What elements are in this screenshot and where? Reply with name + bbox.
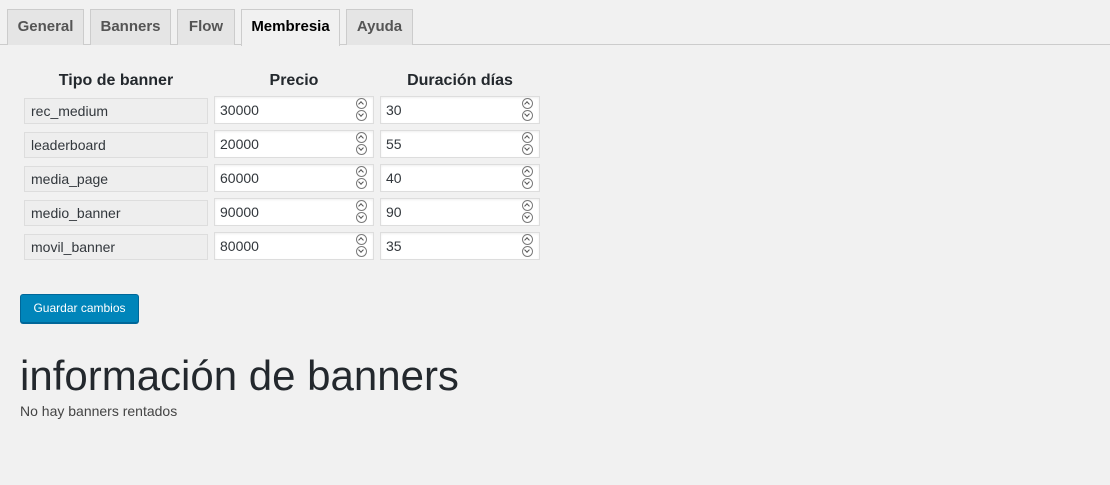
spinner-up-icon[interactable] <box>356 234 367 245</box>
duration-input[interactable]: 35 <box>380 232 540 260</box>
price-value: 20000 <box>220 136 259 152</box>
tab-banners[interactable]: Banners <box>90 9 171 45</box>
section-title: información de banners <box>20 352 459 399</box>
duration-value: 30 <box>386 102 402 118</box>
price-input[interactable]: 20000 <box>214 130 374 158</box>
price-value: 80000 <box>220 238 259 254</box>
spinner-down-icon[interactable] <box>522 246 533 257</box>
spinner-up-icon[interactable] <box>356 200 367 211</box>
spinner-up-icon[interactable] <box>356 166 367 177</box>
price-input[interactable]: 80000 <box>214 232 374 260</box>
spinner-up-icon[interactable] <box>356 98 367 109</box>
spinner-down-icon[interactable] <box>522 212 533 223</box>
save-changes-button[interactable]: Guardar cambios <box>20 294 139 323</box>
spinner-down-icon[interactable] <box>356 246 367 257</box>
banner-type-field: movil_banner <box>24 234 208 260</box>
spinner-up-icon[interactable] <box>356 132 367 143</box>
spinner-down-icon[interactable] <box>522 110 533 121</box>
spinner-down-icon[interactable] <box>356 178 367 189</box>
spinner-down-icon[interactable] <box>522 144 533 155</box>
duration-input[interactable]: 90 <box>380 198 540 226</box>
tab-general[interactable]: General <box>7 9 84 45</box>
duration-input[interactable]: 30 <box>380 96 540 124</box>
column-header-duration: Duración días <box>407 72 513 89</box>
spinner-down-icon[interactable] <box>522 178 533 189</box>
banner-type-field: rec_medium <box>24 98 208 124</box>
column-header-type: Tipo de banner <box>58 72 174 89</box>
banner-type-field: media_page <box>24 166 208 192</box>
spinner-up-icon[interactable] <box>522 98 533 109</box>
spinner-up-icon[interactable] <box>522 166 533 177</box>
price-input[interactable]: 30000 <box>214 96 374 124</box>
banner-type-field: leaderboard <box>24 132 208 158</box>
spinner-down-icon[interactable] <box>356 144 367 155</box>
duration-input[interactable]: 40 <box>380 164 540 192</box>
banner-type-field: medio_banner <box>24 200 208 226</box>
duration-value: 55 <box>386 136 402 152</box>
column-header-price: Precio <box>269 72 319 89</box>
duration-value: 40 <box>386 170 402 186</box>
spinner-down-icon[interactable] <box>356 110 367 121</box>
spinner-up-icon[interactable] <box>522 200 533 211</box>
duration-value: 35 <box>386 238 402 254</box>
tab-membresia[interactable]: Membresia <box>241 9 340 46</box>
tab-flow[interactable]: Flow <box>177 9 235 45</box>
spinner-up-icon[interactable] <box>522 234 533 245</box>
tab-bar: General Banners Flow Membresia Ayuda <box>0 0 1110 46</box>
empty-state-message: No hay banners rentados <box>20 403 178 419</box>
spinner-up-icon[interactable] <box>522 132 533 143</box>
price-value: 90000 <box>220 204 259 220</box>
price-value: 60000 <box>220 170 259 186</box>
duration-value: 90 <box>386 204 402 220</box>
tab-ayuda[interactable]: Ayuda <box>346 9 413 45</box>
duration-input[interactable]: 55 <box>380 130 540 158</box>
price-input[interactable]: 90000 <box>214 198 374 226</box>
price-value: 30000 <box>220 102 259 118</box>
price-input[interactable]: 60000 <box>214 164 374 192</box>
spinner-down-icon[interactable] <box>356 212 367 223</box>
